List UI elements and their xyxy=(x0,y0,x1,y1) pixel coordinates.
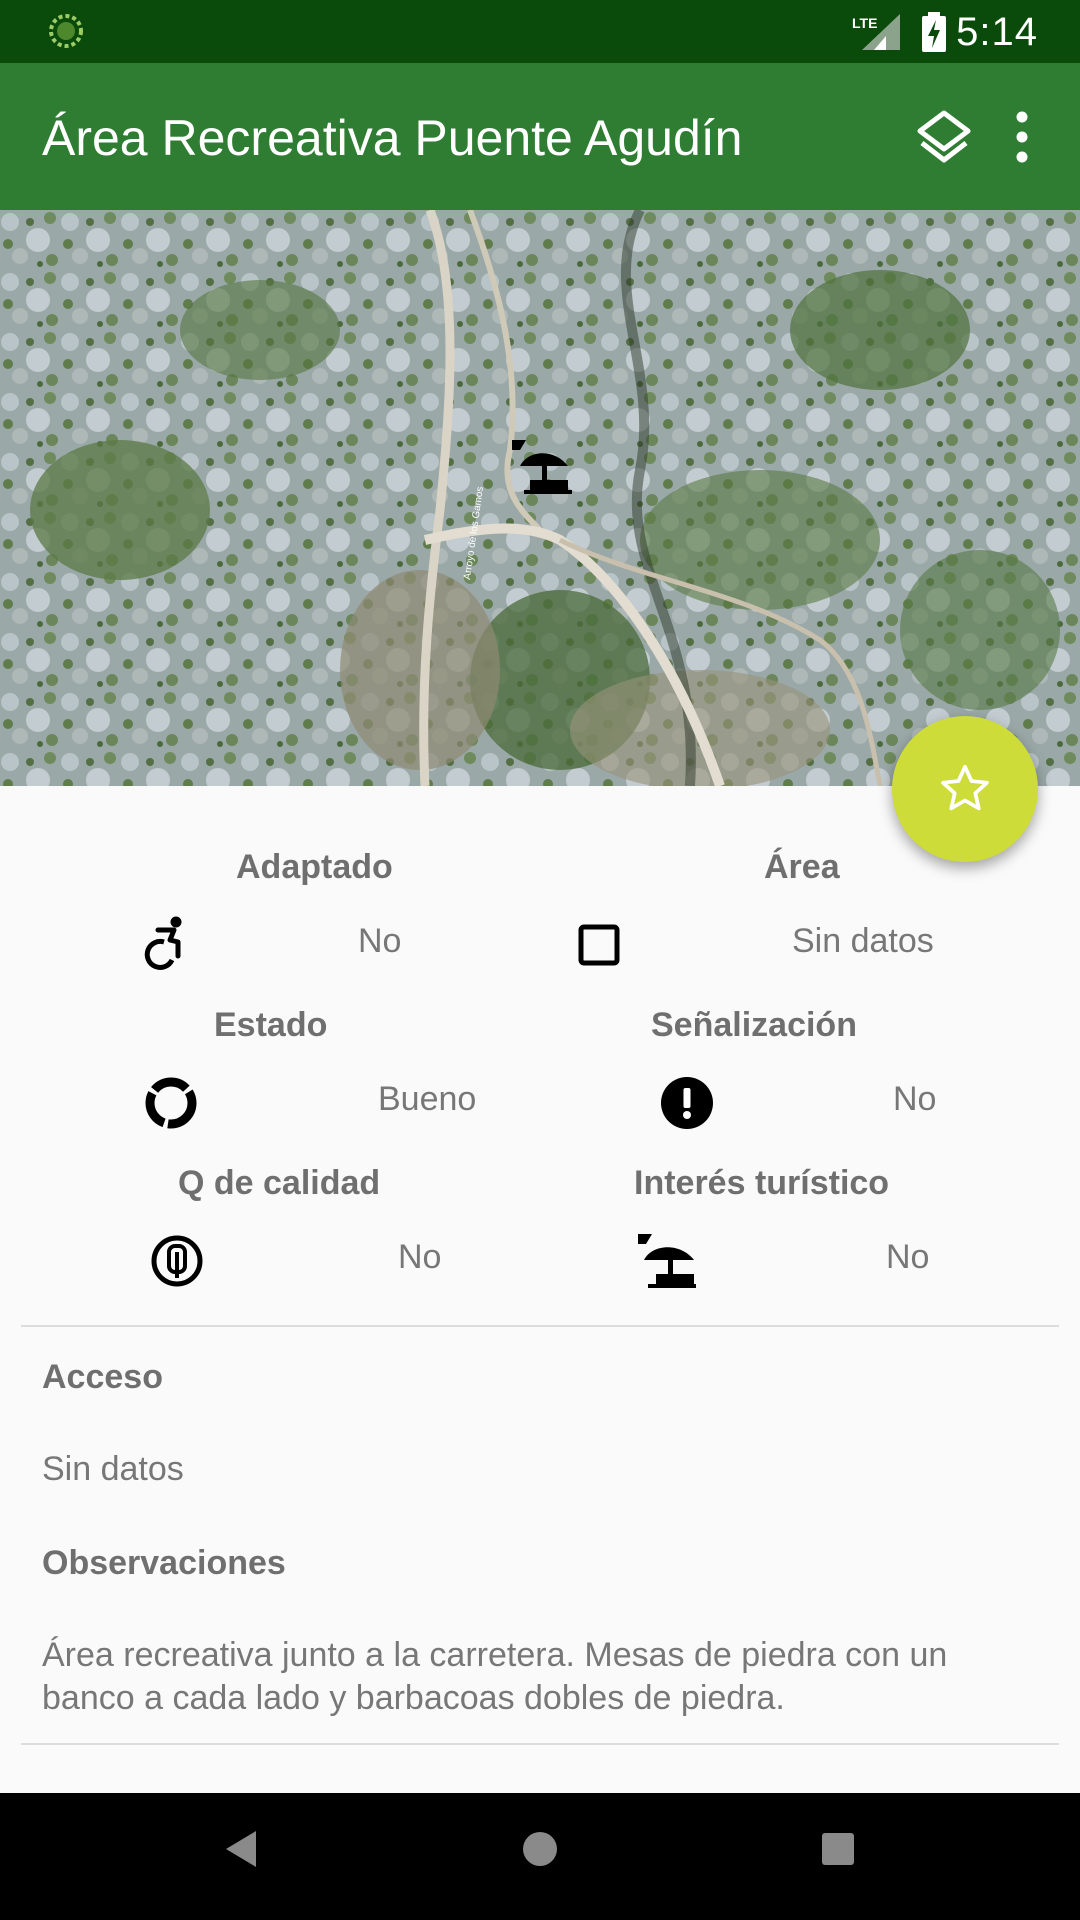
estado-value: Bueno xyxy=(378,1080,477,1118)
recents-icon[interactable] xyxy=(820,1831,856,1867)
adaptado-value: No xyxy=(358,922,402,960)
satellite-map: Arroyo de los Gamos xyxy=(0,210,1080,786)
senalizacion-label: Señalización xyxy=(651,1006,857,1044)
area-value: Sin datos xyxy=(792,922,934,960)
q-calidad-value: No xyxy=(398,1238,442,1276)
network-type: LTE xyxy=(852,15,877,31)
battery-charging-icon xyxy=(922,12,946,52)
adaptado-label: Adaptado xyxy=(236,848,393,886)
divider xyxy=(21,1743,1059,1745)
navigation-bar xyxy=(0,1793,1080,1920)
spinner-icon xyxy=(49,14,83,48)
back-icon[interactable] xyxy=(224,1829,258,1869)
map-view[interactable]: Arroyo de los Gamos xyxy=(0,210,1080,786)
observaciones-label: Observaciones xyxy=(42,1544,286,1582)
area-label: Área xyxy=(764,848,840,886)
star-outline-icon xyxy=(941,764,989,811)
signal-icon: LTE xyxy=(852,14,900,50)
status-time: 5:14 xyxy=(956,10,1038,54)
page-title: Área Recreativa Puente Agudín xyxy=(42,110,743,166)
alert-circle-icon xyxy=(661,1077,713,1129)
status-bar: LTE 5:14 xyxy=(0,0,1080,63)
favorite-fab-button[interactable] xyxy=(892,716,1038,862)
senalizacion-value: No xyxy=(893,1080,937,1118)
app-bar: Área Recreativa Puente Agudín xyxy=(0,63,1080,210)
quality-q-icon xyxy=(151,1235,203,1287)
observaciones-text: Área recreativa junto a la carretera. Me… xyxy=(42,1636,948,1717)
q-calidad-label: Q de calidad xyxy=(178,1164,381,1202)
square-outline-icon xyxy=(578,924,620,966)
interes-label: Interés turístico xyxy=(634,1164,890,1202)
estado-label: Estado xyxy=(214,1006,328,1044)
divider xyxy=(21,1325,1059,1327)
accessible-icon xyxy=(144,916,182,970)
acceso-label: Acceso xyxy=(42,1358,163,1396)
interes-value: No xyxy=(886,1238,930,1276)
home-icon[interactable] xyxy=(520,1829,560,1869)
beach-umbrella-icon xyxy=(638,1234,696,1288)
acceso-value: Sin datos xyxy=(42,1450,184,1488)
layers-icon[interactable] xyxy=(914,107,974,167)
more-vert-icon[interactable] xyxy=(1000,107,1044,167)
donut-icon xyxy=(145,1077,197,1129)
